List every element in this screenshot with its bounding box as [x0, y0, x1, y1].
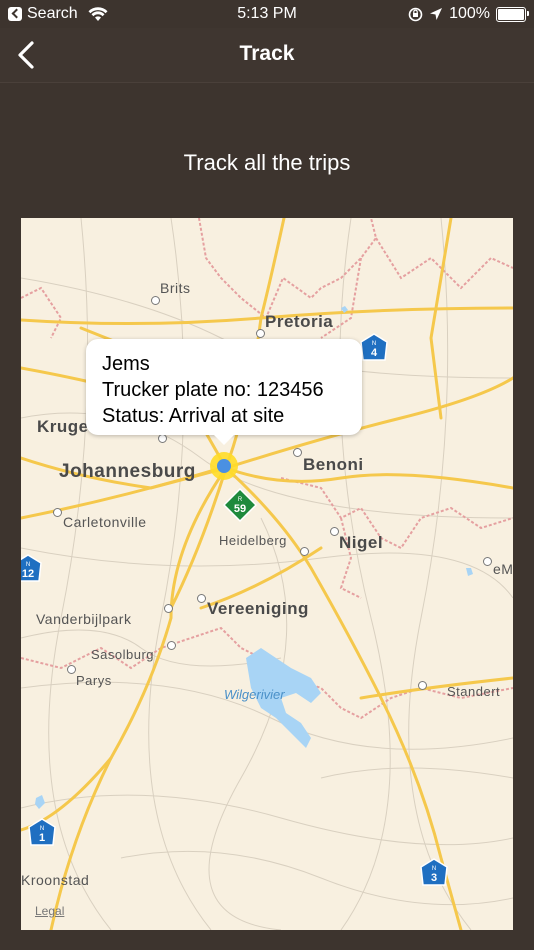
location-arrow-icon — [430, 8, 443, 20]
route-shield-n4-icon: N 4 — [360, 333, 388, 361]
city-dot-pretoria — [256, 329, 265, 338]
city-dot-vanderbijlpark — [164, 604, 173, 613]
city-dot-emalahleni — [483, 557, 492, 566]
city-dot-brits — [151, 296, 160, 305]
map-view[interactable]: Brits Pretoria Kruge Johannesburg Benoni… — [21, 218, 513, 930]
location-pin-icon[interactable] — [210, 452, 238, 480]
battery-icon — [496, 6, 529, 22]
battery-percent: 100% — [449, 5, 490, 22]
city-dot-carletonville — [53, 508, 62, 517]
city-label-parys: Parys — [76, 673, 112, 688]
city-label-standerton: Standert — [447, 684, 501, 699]
city-label-krugersdorp: Kruge — [37, 417, 89, 436]
city-label-brits: Brits — [160, 280, 191, 296]
city-label-heidelberg: Heidelberg — [219, 533, 287, 548]
city-label-kroonstad: Kroonstad — [21, 872, 90, 888]
callout-name: Jems — [102, 353, 150, 375]
city-dot-krugersdorp — [158, 434, 167, 443]
city-dot-nigel — [330, 527, 339, 536]
page-title: Track — [239, 42, 295, 65]
svg-text:12: 12 — [22, 568, 34, 580]
callout-plate: Trucker plate no: 123456 — [102, 379, 324, 401]
route-shield-n12-icon: N 12 — [21, 554, 42, 582]
status-bar: Search 5:13 PM 100% — [0, 0, 534, 28]
trip-callout[interactable]: Jems Trucker plate no: 123456 Status: Ar… — [86, 339, 362, 445]
city-label-vanderbijlpark: Vanderbijlpark — [36, 611, 132, 627]
svg-text:59: 59 — [234, 503, 246, 515]
city-label-johannesburg: Johannesburg — [59, 461, 196, 482]
city-dot-standerton — [418, 681, 427, 690]
city-label-nigel: Nigel — [339, 533, 384, 552]
city-label-pretoria: Pretoria — [265, 312, 334, 331]
legal-link[interactable]: Legal — [35, 904, 64, 918]
route-shield-n3-icon: N 3 — [420, 858, 448, 886]
rotation-lock-icon — [408, 7, 423, 21]
route-shield-n1-icon: N 1 — [28, 818, 56, 846]
svg-text:3: 3 — [431, 872, 437, 884]
city-label-vereeniging: Vereeniging — [207, 599, 309, 618]
city-dot-vereeniging — [197, 594, 206, 603]
callout-status: Status: Arrival at site — [102, 405, 285, 427]
svg-text:4: 4 — [371, 347, 378, 359]
city-label-benoni: Benoni — [303, 455, 364, 474]
page-subtitle: Track all the trips — [183, 150, 351, 175]
city-label-carletonville: Carletonville — [63, 514, 147, 530]
city-label-emalahleni: eM — [493, 561, 513, 577]
city-dot-sasolburg — [167, 641, 176, 650]
svg-text:1: 1 — [39, 832, 45, 844]
status-right: 100% — [408, 5, 529, 23]
route-shield-r59-icon: R 59 — [223, 488, 257, 522]
city-dot-benoni — [293, 448, 302, 457]
city-dot-heidelberg — [300, 547, 309, 556]
navigation-bar: Track — [0, 28, 534, 83]
bottom-bar — [0, 930, 534, 950]
city-dot-parys — [67, 665, 76, 674]
city-label-sasolburg: Sasolburg — [91, 647, 155, 662]
water-label-wilgerivier: Wilgerivier — [224, 687, 285, 702]
